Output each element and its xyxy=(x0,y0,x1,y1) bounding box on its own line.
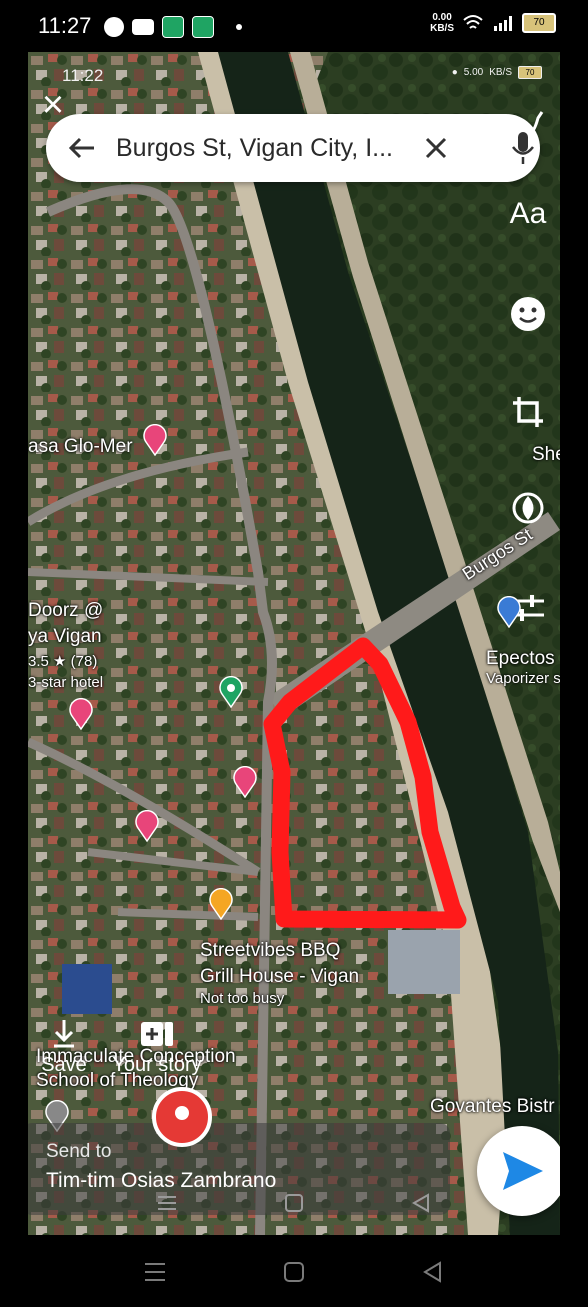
app-icon xyxy=(192,16,214,38)
status-bar: 11:27 0.00 KB/S 70 xyxy=(0,0,588,52)
youtube-icon xyxy=(132,19,154,35)
send-to-label: Send to xyxy=(46,1141,112,1162)
clear-icon xyxy=(425,137,447,159)
more-notifications-icon xyxy=(236,24,242,30)
inner-nav-icons xyxy=(158,1193,429,1213)
inner-nav-bar xyxy=(148,1192,448,1214)
your-story-button[interactable]: Your story xyxy=(102,1018,212,1077)
squiggle-icon xyxy=(512,111,544,134)
wifi-icon xyxy=(463,15,483,29)
your-story-label: Your story xyxy=(112,1054,202,1076)
add-story-icon xyxy=(141,1022,173,1046)
download-icon xyxy=(54,1020,74,1048)
network-speed-value: 0.00 xyxy=(432,12,452,23)
location-pin-icon xyxy=(219,676,243,708)
navigation-bar xyxy=(0,1235,588,1307)
map-label-streetvibes-2: Grill House - Vigan xyxy=(200,966,360,987)
shop-pin-icon xyxy=(497,596,521,628)
sticker-icon[interactable] xyxy=(506,292,550,336)
inner-network-unit: KB/S xyxy=(489,67,512,78)
notification-icons xyxy=(104,16,242,38)
messenger-icon xyxy=(104,17,124,37)
crop-icon[interactable] xyxy=(506,390,550,434)
restaurant-pin-icon xyxy=(209,888,233,920)
map-label-doorz-type: 3-star hotel xyxy=(28,674,104,691)
hotel-pin-icon xyxy=(143,424,167,456)
network-speed: 0.00 KB/S xyxy=(430,12,454,34)
crop-glyph-icon xyxy=(513,397,543,427)
send-button[interactable] xyxy=(477,1126,560,1216)
map-label-epectos: Epectos xyxy=(486,648,555,669)
map-label-doorz-1: Doorz @ xyxy=(28,600,104,621)
draw-tool-icon[interactable] xyxy=(506,102,550,146)
maps-search-bar: Burgos St, Vigan City, I... xyxy=(46,114,540,182)
map-label-vaporizer: Vaporizer s xyxy=(486,670,560,687)
status-right: 0.00 KB/S 70 xyxy=(430,12,556,34)
effects-icon[interactable] xyxy=(506,486,550,530)
battery-indicator: 70 xyxy=(522,13,556,33)
network-speed-unit: KB/S xyxy=(430,23,454,34)
inner-status-right: ● 5.00 KB/S 70 xyxy=(452,66,542,79)
map-label-she: She xyxy=(532,444,560,465)
smiley-icon xyxy=(511,297,545,331)
map-label-streetvibes-1: Streetvibes BBQ xyxy=(200,940,341,961)
save-label: Save xyxy=(41,1054,87,1076)
hotel-pin-icon xyxy=(233,766,257,798)
story-photo[interactable]: 11:22 ● 5.00 KB/S 70 × Burgos St, Vigan … xyxy=(28,52,560,1235)
inner-battery: 70 xyxy=(518,66,542,79)
signal-icon xyxy=(494,16,512,31)
menu-icon[interactable] xyxy=(142,1259,168,1285)
map-label-doorz-2: ya Vigan xyxy=(28,626,102,647)
swirl-icon xyxy=(512,492,544,524)
search-query: Burgos St, Vigan City, I... xyxy=(116,134,393,162)
maps-pin-icon xyxy=(152,1087,212,1147)
save-button[interactable]: Save xyxy=(34,1018,94,1077)
hotel-pin-icon xyxy=(135,810,159,842)
send-arrow-icon xyxy=(503,1152,543,1190)
inner-status-bar: 11:22 ● 5.00 KB/S 70 xyxy=(62,64,542,88)
home-icon[interactable] xyxy=(281,1259,307,1285)
hotel-pin-icon xyxy=(69,698,93,730)
inner-location-icon: ● xyxy=(451,67,458,78)
inner-network-speed: 5.00 xyxy=(463,67,484,78)
status-time: 11:27 xyxy=(38,13,92,38)
recipient-name: Tim-tim Osias Zambrano xyxy=(46,1169,277,1192)
back-icon[interactable] xyxy=(420,1259,446,1285)
map-label-casa: asa Glo-Mer xyxy=(28,436,133,457)
back-arrow-icon xyxy=(68,137,94,159)
map-label-busy: Not too busy xyxy=(200,990,285,1007)
map-label-doorz-rating: 3.5 ★ (78) xyxy=(28,653,98,670)
map-label-govantes: Govantes Bistr xyxy=(430,1096,555,1117)
inner-status-time: 11:22 xyxy=(62,66,104,85)
shield-icon xyxy=(162,16,184,38)
text-tool-button[interactable]: Aa xyxy=(506,192,550,236)
